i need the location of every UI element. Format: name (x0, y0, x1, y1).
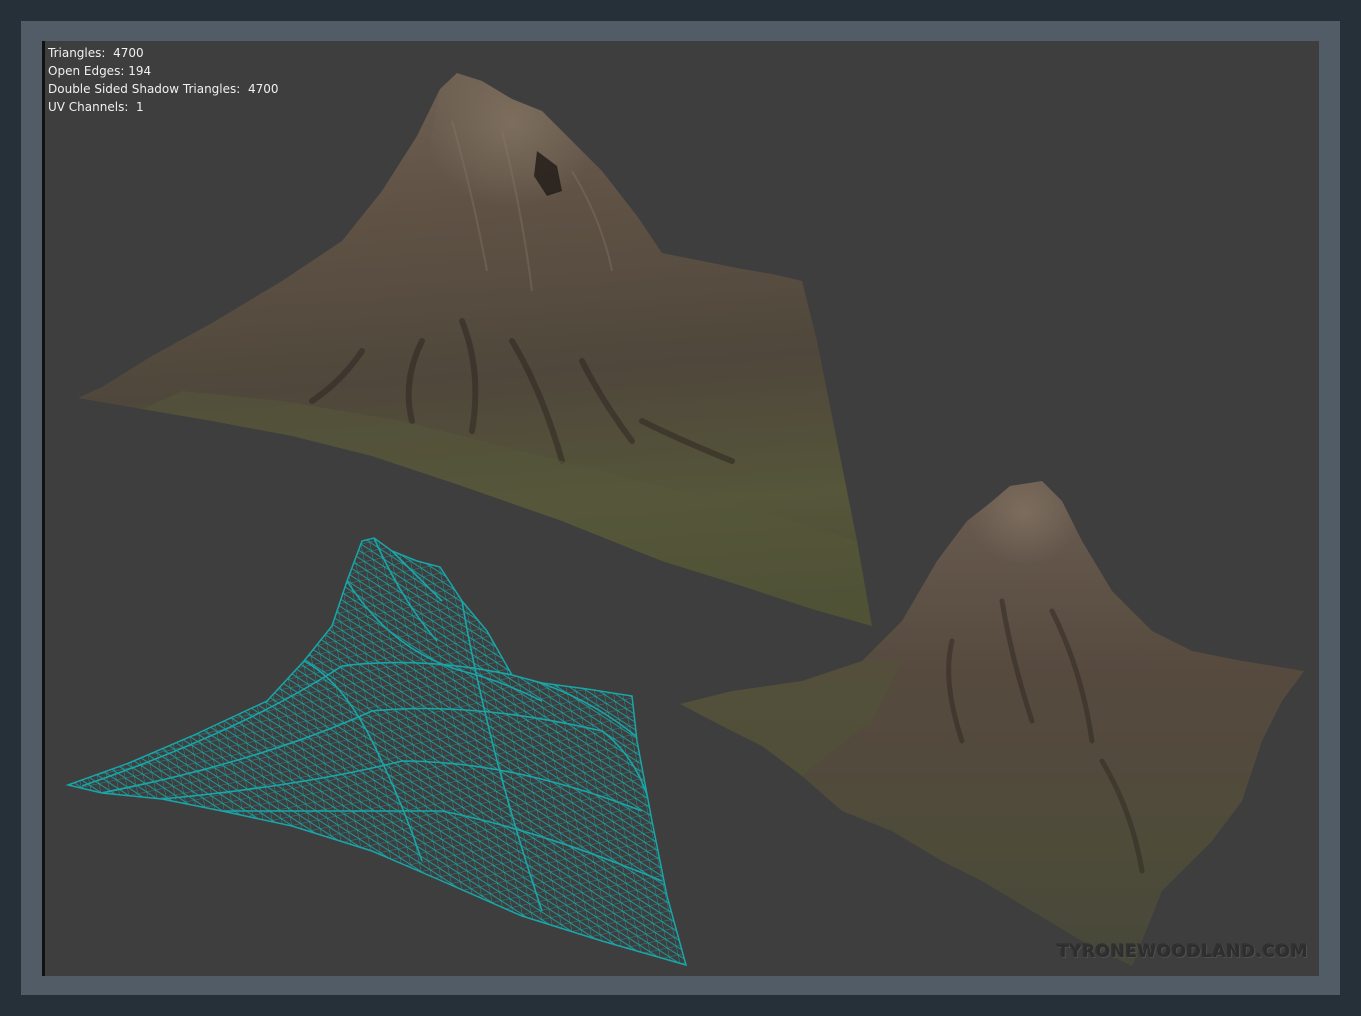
stat-uv-channels: UV Channels: 1 (48, 100, 144, 114)
wireframe-mountain-mesh[interactable] (65, 537, 688, 967)
stat-open-edges: Open Edges: 194 (48, 64, 152, 78)
stat-double-sided-shadow-triangles: Double Sided Shadow Triangles: 4700 (48, 82, 279, 96)
watermark-logo: TYRONEWOODLAND.COM (1057, 942, 1308, 962)
scene-canvas[interactable] (42, 41, 1319, 976)
viewport-3d[interactable]: Triangles: 4700 Open Edges: 194 Double Sid… (42, 41, 1319, 976)
mesh-stats-overlay: Triangles: 4700 Open Edges: 194 Double Sid… (48, 44, 279, 116)
main-mountain-mesh[interactable] (78, 73, 872, 626)
stat-triangles: Triangles: 4700 (48, 46, 144, 60)
